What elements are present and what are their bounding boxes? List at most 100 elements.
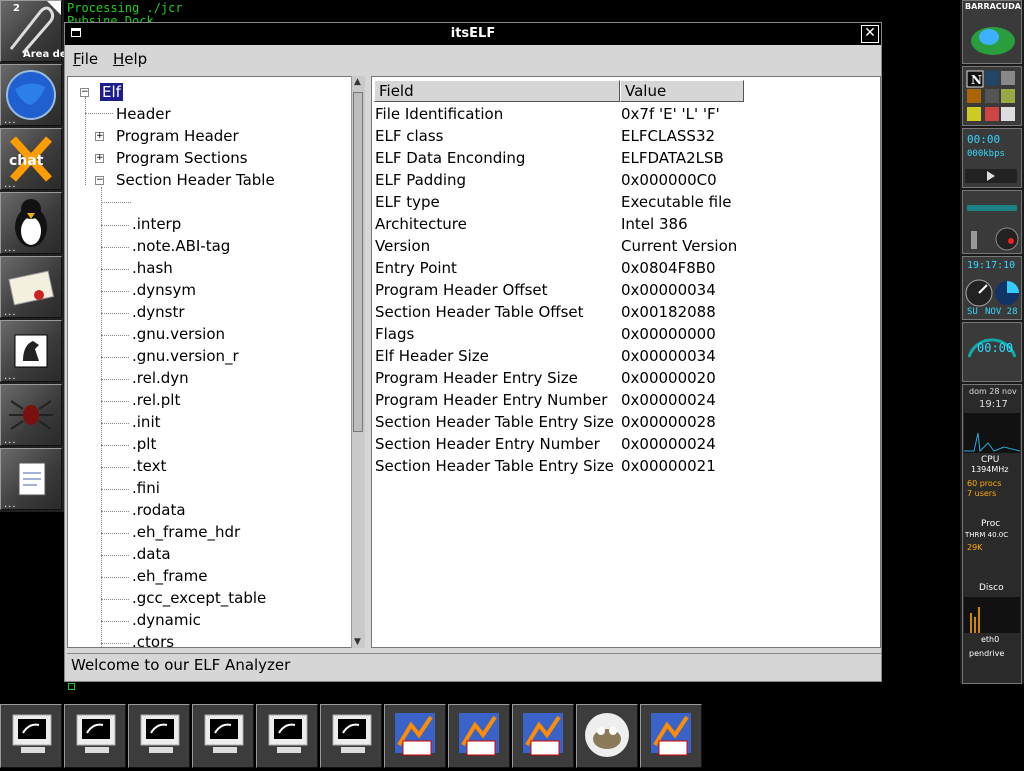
table-cell-field[interactable]: File Identification [375, 105, 503, 123]
taskbar-button[interactable] [448, 704, 510, 768]
dock-launcher-editor[interactable]: ... [0, 448, 62, 510]
table-cell-value[interactable]: 0x00000024 [621, 435, 716, 453]
media-player[interactable]: 00:00 000kbps [962, 128, 1022, 188]
tree-item-program-sections[interactable]: Program Sections [116, 149, 248, 167]
workspace-switcher[interactable]: 2 Area de [0, 0, 67, 62]
tree-item-section[interactable]: .gnu.version_r [132, 347, 239, 365]
table-cell-value[interactable]: 0x7f 'E' 'L' 'F' [621, 105, 720, 123]
table-cell-value[interactable]: Intel 386 [621, 215, 688, 233]
table-cell-value[interactable]: 0x00182088 [621, 303, 716, 321]
table-cell-field[interactable]: Entry Point [375, 259, 457, 277]
tree-item-section[interactable]: .fini [132, 479, 160, 497]
table-cell-field[interactable]: Program Header Entry Number [375, 391, 607, 409]
tree-item-section[interactable]: .ctors [132, 633, 174, 647]
table-cell-field[interactable]: Flags [375, 325, 414, 343]
table-cell-value[interactable]: 0x0804F8B0 [621, 259, 716, 277]
window-titlebar[interactable]: itsELF ✕ [65, 23, 881, 45]
tree-expand-program-sections[interactable]: + [95, 154, 104, 163]
dock-launcher-xchat[interactable]: chat ... [0, 128, 62, 190]
scroll-thumb[interactable] [353, 92, 363, 432]
taskbar-button[interactable] [384, 704, 446, 768]
tree-item-section[interactable]: .plt [132, 435, 156, 453]
tree-item-section[interactable]: .text [132, 457, 166, 475]
tree-item-section[interactable]: .rel.dyn [132, 369, 189, 387]
table-cell-field[interactable]: ELF class [375, 127, 443, 145]
tree-item-section[interactable]: .hash [132, 259, 173, 277]
table-cell-value[interactable]: 0x00000024 [621, 391, 716, 409]
table-cell-field[interactable]: ELF type [375, 193, 440, 211]
tree-item-section[interactable]: .data [132, 545, 171, 563]
tree-item-section[interactable]: .gcc_except_table [132, 589, 266, 607]
table-cell-value[interactable]: 0x00000000 [621, 325, 716, 343]
tree-collapse-section-header-table[interactable]: − [95, 176, 104, 185]
table-cell-field[interactable]: Program Header Entry Size [375, 369, 578, 387]
tree-item-elf[interactable]: Elf [100, 83, 123, 101]
tree-item-section[interactable]: .rel.plt [132, 391, 180, 409]
taskbar-button[interactable] [192, 704, 254, 768]
tree-item-header[interactable]: Header [116, 105, 171, 123]
taskbar-button[interactable] [320, 704, 382, 768]
table-cell-field[interactable]: ELF Padding [375, 171, 466, 189]
taskbar-button[interactable] [256, 704, 318, 768]
tree-item-section[interactable]: .interp [132, 215, 181, 233]
table-cell-value[interactable]: 0x00000034 [621, 281, 716, 299]
table-cell-field[interactable]: Section Header Table Offset [375, 303, 584, 321]
table-cell-field[interactable]: Architecture [375, 215, 467, 233]
table-cell-value[interactable]: Executable file [621, 193, 731, 211]
table-cell-field[interactable]: Elf Header Size [375, 347, 489, 365]
table-cell-value[interactable]: 0x00000021 [621, 457, 716, 475]
pendrive-label[interactable]: pendrive [969, 649, 1004, 658]
dock-launcher-debugger[interactable]: ... [0, 384, 62, 446]
tree-item-section[interactable]: .init [132, 413, 161, 431]
table-cell-value[interactable]: 0x00000034 [621, 347, 716, 365]
tree-item-program-header[interactable]: Program Header [116, 127, 239, 145]
taskbar-button[interactable] [0, 704, 62, 768]
table-cell-field[interactable]: Section Header Table Entry Size [375, 413, 614, 431]
taskbar-button[interactable] [576, 704, 638, 768]
tree-item-section[interactable]: .eh_frame_hdr [132, 523, 240, 541]
tree-item-section[interactable]: .eh_frame [132, 567, 207, 585]
scroll-down-arrow-icon[interactable]: ▼ [354, 637, 361, 647]
launcher-grid[interactable]: N [962, 66, 1022, 126]
taskbar-button[interactable] [512, 704, 574, 768]
table-cell-field[interactable]: Section Header Table Entry Size [375, 457, 614, 475]
table-cell-field[interactable]: Version [375, 237, 430, 255]
elf-tree[interactable]: − Elf Header + Program Header + Program … [67, 76, 365, 648]
table-cell-value[interactable]: ELFCLASS32 [621, 127, 715, 145]
taskbar-button[interactable] [128, 704, 190, 768]
table-cell-value[interactable]: 0x00000028 [621, 413, 716, 431]
table-cell-value[interactable]: 0x00000020 [621, 369, 716, 387]
dock-launcher-chess[interactable]: ... [0, 320, 62, 382]
tree-collapse-root[interactable]: − [80, 88, 89, 97]
dock-launcher-browser[interactable]: ... [0, 64, 62, 126]
window-menu-icon[interactable] [71, 28, 81, 37]
table-cell-value[interactable]: 0x000000C0 [621, 171, 717, 189]
tree-scrollbar[interactable]: ▲ ▼ [351, 76, 365, 648]
volume-mixer[interactable] [962, 190, 1022, 254]
menu-help[interactable]: Help [113, 50, 147, 68]
tree-item-section[interactable]: .gnu.version [132, 325, 225, 343]
tree-item-section[interactable]: .dynamic [132, 611, 201, 629]
taskbar-button[interactable] [64, 704, 126, 768]
dock-launcher-mail[interactable]: ... [0, 256, 62, 318]
scroll-up-arrow-icon[interactable]: ▲ [354, 77, 361, 87]
tree-item-section[interactable]: .rodata [132, 501, 186, 519]
table-cell-field[interactable]: Program Header Offset [375, 281, 548, 299]
app-icon [651, 713, 691, 756]
table-cell-value[interactable]: ELFDATA2LSB [621, 149, 724, 167]
column-header-field[interactable]: Field [374, 80, 620, 102]
menu-file[interactable]: File [73, 50, 98, 68]
table-cell-field[interactable]: ELF Data Enconding [375, 149, 525, 167]
tree-expand-program-header[interactable]: + [95, 132, 104, 141]
table-cell-value[interactable]: Current Version [621, 237, 737, 255]
close-button[interactable]: ✕ [861, 25, 879, 43]
tree-item-section[interactable]: .dynsym [132, 281, 196, 299]
dock-launcher-penguin[interactable]: ... [0, 192, 62, 254]
table-cell-field[interactable]: Section Header Entry Number [375, 435, 600, 453]
player-controls[interactable] [963, 167, 1021, 185]
column-header-value[interactable]: Value [620, 80, 744, 102]
tree-item-section[interactable]: .dynstr [132, 303, 185, 321]
tree-item-section[interactable]: .note.ABI-tag [132, 237, 230, 255]
taskbar-button[interactable] [640, 704, 702, 768]
tree-item-section-header-table[interactable]: Section Header Table [116, 171, 275, 189]
